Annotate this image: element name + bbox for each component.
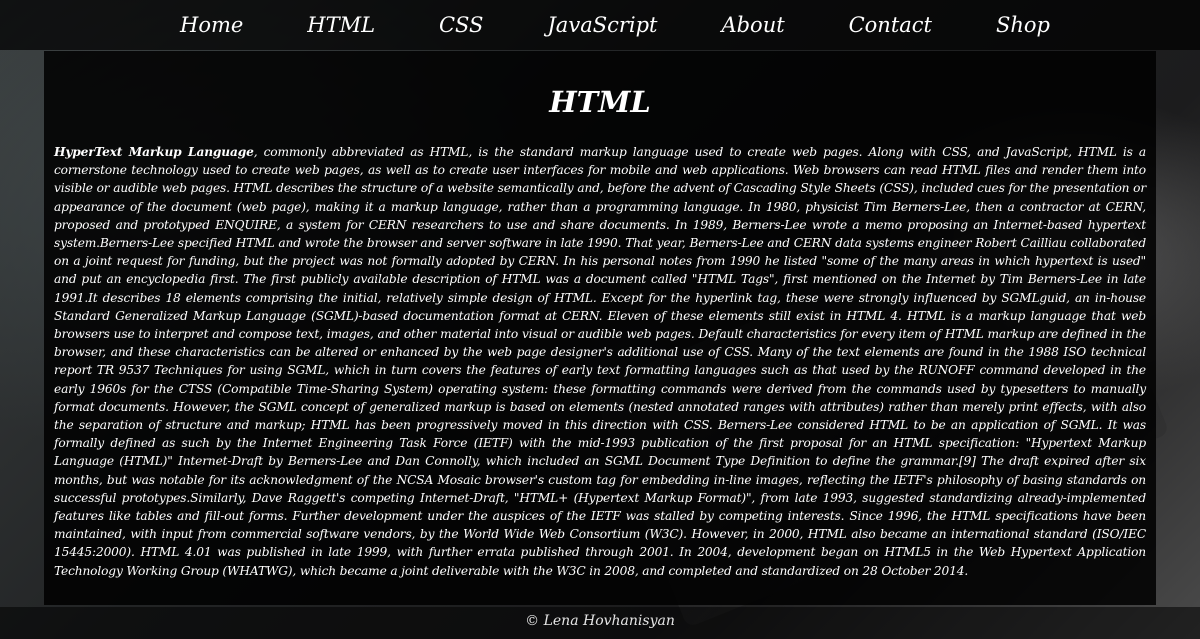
- nav-link-css[interactable]: CSS: [439, 13, 483, 37]
- nav-link-html[interactable]: HTML: [307, 13, 375, 37]
- article-text: HyperText Markup Language, commonly abbr…: [54, 143, 1146, 580]
- page-footer: © Lena Hovhanisyan: [0, 607, 1200, 639]
- content-panel: HTML HyperText Markup Language, commonly…: [44, 51, 1156, 605]
- nav-link-about[interactable]: About: [721, 13, 784, 37]
- article-body: , commonly abbreviated as HTML, is the s…: [54, 145, 1147, 578]
- nav-link-home[interactable]: Home: [180, 13, 243, 37]
- copyright-text: © Lena Hovhanisyan: [525, 613, 675, 629]
- nav-link-shop[interactable]: Shop: [996, 13, 1050, 37]
- page-title: HTML: [549, 85, 651, 119]
- nav-link-contact[interactable]: Contact: [849, 13, 932, 37]
- lead-term: HyperText Markup Language: [54, 145, 254, 159]
- nav-menu: Home HTML CSS JavaScript About Contact S…: [150, 0, 1050, 50]
- top-navbar: Home HTML CSS JavaScript About Contact S…: [0, 0, 1200, 50]
- nav-link-javascript[interactable]: JavaScript: [547, 13, 657, 37]
